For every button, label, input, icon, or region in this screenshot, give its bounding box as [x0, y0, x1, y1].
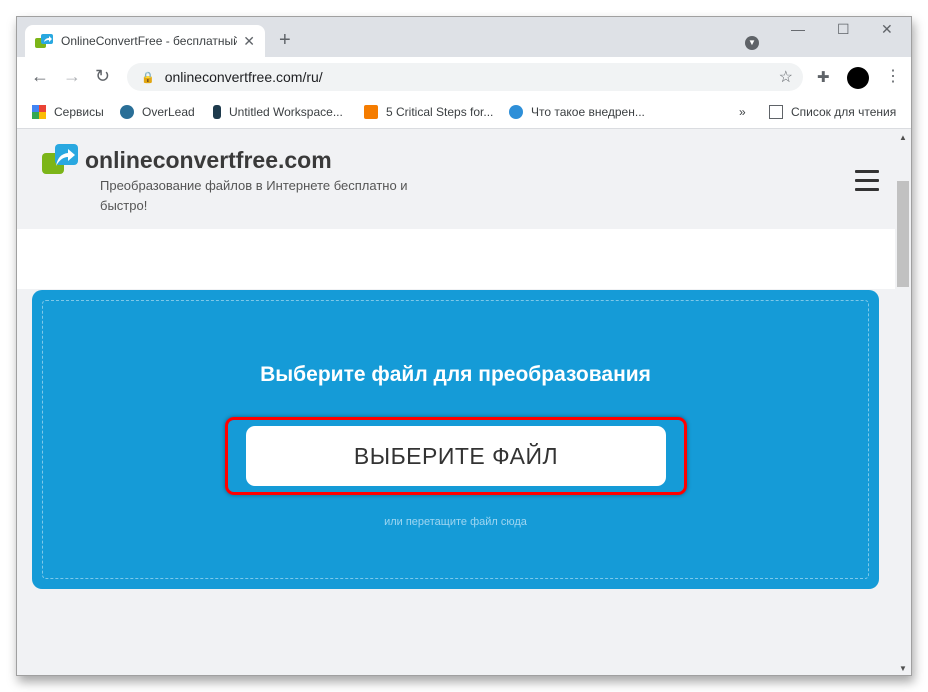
bookmarks-bar: Сервисы OverLead Untitled Workspace... 5…	[17, 97, 911, 129]
site-tagline: Преобразование файлов в Интернете беспла…	[100, 178, 408, 213]
vertical-scrollbar[interactable]: ▲ ▼	[895, 129, 911, 675]
lock-icon: 🔒	[141, 71, 155, 84]
bookmark-item[interactable]: Untitled Workspace...	[213, 105, 343, 119]
tab-active[interactable]: OnlineConvertFree - бесплатный ✕	[25, 25, 265, 57]
file-drop-zone[interactable]: Выберите файл для преобразования ВЫБЕРИТ…	[32, 290, 879, 589]
forward-icon[interactable]: →	[63, 66, 81, 87]
bookmark-label: OverLead	[142, 105, 195, 119]
site-favicon	[35, 34, 53, 48]
reload-icon[interactable]: ↻	[95, 66, 110, 87]
menu-kebab-icon[interactable]: ⋮	[885, 66, 901, 86]
extensions-puzzle-icon[interactable]: ✚	[817, 68, 830, 86]
bookmark-item[interactable]: Сервисы	[32, 105, 104, 119]
back-icon[interactable]: ←	[31, 66, 49, 87]
site-logo[interactable]	[42, 144, 78, 174]
address-bar[interactable]: 🔒 onlineconvertfree.com/ru/ ☆	[127, 63, 803, 91]
close-tab-icon[interactable]: ✕	[243, 33, 255, 50]
tab-search-icon[interactable]: ▼	[745, 36, 759, 50]
bookmark-label: 5 Critical Steps for...	[386, 105, 494, 119]
site-header: onlineconvertfree.com Преобразование фай…	[17, 129, 895, 229]
drop-zone-title: Выберите файл для преобразования	[260, 363, 651, 386]
bookmark-label: Untitled Workspace...	[229, 105, 343, 119]
scrollbar-thumb[interactable]	[897, 181, 909, 287]
hamburger-menu-icon[interactable]	[855, 170, 879, 197]
tab-title: OnlineConvertFree - бесплатный	[61, 34, 238, 48]
more-bookmarks-button[interactable]: »	[739, 105, 746, 119]
w-circle-icon	[509, 105, 523, 119]
close-window-button[interactable]: ✕	[881, 21, 893, 38]
chat-bubble-icon	[364, 105, 378, 119]
reading-list-button[interactable]: Список для чтения	[769, 105, 896, 119]
reading-list-icon	[769, 105, 783, 119]
bookmark-item[interactable]: Что такое внедрен...	[509, 105, 645, 119]
minimize-button[interactable]: —	[791, 21, 805, 37]
tab-bar: OnlineConvertFree - бесплатный ✕ + ▼ — ☐…	[17, 17, 911, 57]
page-content: onlineconvertfree.com Преобразование фай…	[17, 129, 895, 675]
spacer	[17, 229, 895, 289]
overlead-icon	[120, 105, 134, 119]
choose-file-button[interactable]: ВЫБЕРИТЕ ФАЙЛ	[246, 426, 666, 486]
maximize-button[interactable]: ☐	[837, 21, 850, 38]
bookmark-item[interactable]: OverLead	[120, 105, 195, 119]
workspace-icon	[213, 105, 221, 119]
bookmark-item[interactable]: 5 Critical Steps for...	[364, 105, 493, 119]
bookmark-star-icon[interactable]: ☆	[779, 67, 793, 87]
url-text: onlineconvertfree.com/ru/	[164, 69, 323, 85]
new-tab-button[interactable]: +	[279, 29, 291, 52]
toolbar: ← → ↻ 🔒 onlineconvertfree.com/ru/ ☆ ✚ ⋮	[17, 57, 911, 97]
browser-window: OnlineConvertFree - бесплатный ✕ + ▼ — ☐…	[16, 16, 912, 676]
drop-hint: или перетащите файл сюда	[384, 516, 527, 528]
bookmark-label: Что такое внедрен...	[531, 105, 645, 119]
reading-list-label: Список для чтения	[791, 105, 897, 119]
bookmark-label: Сервисы	[54, 105, 104, 119]
apps-grid-icon	[32, 105, 46, 119]
scroll-down-icon[interactable]: ▼	[899, 664, 907, 673]
site-brand[interactable]: onlineconvertfree.com	[85, 147, 332, 174]
profile-avatar[interactable]	[847, 67, 869, 89]
scroll-up-icon[interactable]: ▲	[899, 133, 907, 142]
